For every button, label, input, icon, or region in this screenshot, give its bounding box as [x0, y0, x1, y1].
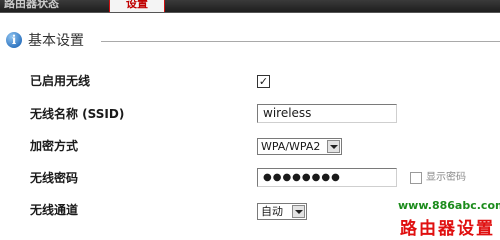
encryption-label: 加密方式	[30, 139, 79, 153]
section-header: i 基本设置	[6, 31, 500, 51]
password-input[interactable]: ●●●●●●●●	[257, 168, 397, 187]
watermark-url: www.886abc.com	[398, 199, 500, 212]
encryption-select[interactable]: WPA/WPA2	[257, 138, 342, 155]
tab-bar: 路由器状态 设置	[0, 0, 500, 13]
tab-router-status[interactable]: 路由器状态	[0, 0, 106, 12]
ssid-input[interactable]: wireless	[257, 104, 397, 123]
channel-select[interactable]: 自动	[257, 203, 307, 220]
tab-settings[interactable]: 设置	[109, 0, 165, 12]
show-password-checkbox[interactable]	[410, 172, 422, 184]
show-password-label: 显示密码	[426, 172, 466, 183]
section-divider	[101, 41, 500, 42]
wireless-enabled-label: 已启用无线	[30, 74, 91, 88]
section-title: 基本设置	[28, 33, 84, 49]
info-icon: i	[6, 32, 22, 48]
channel-select-value: 自动	[261, 205, 283, 218]
chevron-down-icon[interactable]	[327, 140, 340, 153]
password-label: 无线密码	[30, 171, 79, 185]
chevron-down-icon[interactable]	[292, 205, 305, 218]
channel-label: 无线通道	[30, 203, 79, 217]
ssid-label: 无线名称 (SSID)	[30, 107, 125, 121]
encryption-select-value: WPA/WPA2	[261, 140, 321, 153]
watermark-title: 路由器设置	[400, 219, 495, 239]
wireless-enabled-checkbox[interactable]: ✓	[257, 75, 270, 88]
